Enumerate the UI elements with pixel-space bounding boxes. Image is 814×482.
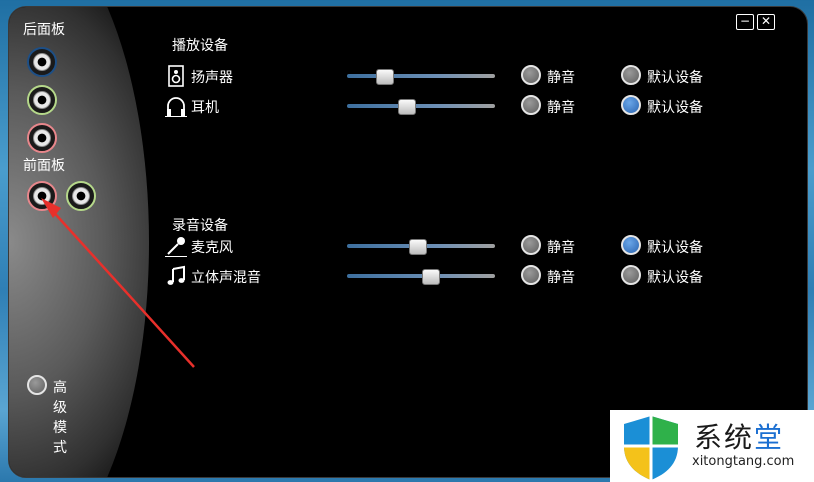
watermark-title: 系统堂 [694, 416, 784, 456]
playback-devices-title: 播放设备 [172, 38, 228, 54]
device-row-headphones: 耳机 静音 默认设备 [159, 95, 759, 119]
watermark-logo: 系统堂 xitongtang.com [610, 410, 814, 482]
volume-slider[interactable] [347, 69, 495, 85]
music-note-icon [167, 265, 185, 285]
headphones-icon [165, 97, 187, 117]
slider-thumb[interactable] [398, 99, 417, 115]
default-device-radio[interactable] [621, 95, 641, 115]
mute-radio[interactable] [521, 95, 541, 115]
mute-radio[interactable] [521, 265, 541, 285]
device-row-microphone: 麦克风 静音 默认设备 [159, 235, 759, 259]
slider-thumb[interactable] [421, 269, 440, 285]
default-device-label: 默认设备 [647, 100, 703, 116]
watermark-title-main: 系统 [694, 421, 755, 454]
device-row-stereo-mix: 立体声混音 静音 默认设备 [159, 265, 759, 289]
watermark-url: xitongtang.com [692, 454, 795, 469]
default-device-label: 默认设备 [647, 270, 703, 286]
device-row-speaker: 扬声器 静音 默认设备 [159, 65, 759, 89]
mute-label: 静音 [547, 270, 575, 286]
default-device-radio[interactable] [621, 235, 641, 255]
default-device-label: 默认设备 [647, 240, 703, 256]
slider-track [347, 74, 495, 78]
default-device-radio[interactable] [621, 65, 641, 85]
advanced-mode-radio[interactable] [27, 375, 47, 395]
speaker-icon [168, 65, 184, 87]
recording-devices-title: 录音设备 [172, 218, 228, 234]
device-label: 耳机 [191, 100, 219, 116]
volume-slider[interactable] [347, 99, 495, 115]
watermark-title-accent: 堂 [754, 421, 785, 454]
red-annotation-arrow [41, 198, 195, 368]
mute-radio[interactable] [521, 235, 541, 255]
volume-slider[interactable] [347, 269, 495, 285]
close-button[interactable]: ✕ [757, 14, 775, 30]
device-label: 麦克风 [191, 240, 233, 256]
mute-label: 静音 [547, 70, 575, 86]
volume-slider[interactable] [347, 239, 495, 255]
slider-thumb[interactable] [408, 239, 427, 255]
slider-thumb[interactable] [376, 69, 394, 85]
mute-label: 静音 [547, 240, 575, 256]
device-label: 扬声器 [191, 70, 233, 86]
device-label: 立体声混音 [191, 270, 261, 286]
slider-track [347, 104, 495, 108]
shield-icon [624, 416, 678, 480]
advanced-mode-label: 高级模式 [53, 380, 67, 456]
minimize-button[interactable]: − [736, 14, 754, 30]
default-device-radio[interactable] [621, 265, 641, 285]
mute-radio[interactable] [521, 65, 541, 85]
audio-manager-window: 后面板 前面板 高级模式 − ✕ 播放设备 扬声器 静音 默认设备 耳机 静音 … [8, 6, 808, 478]
microphone-icon [165, 237, 187, 257]
mute-label: 静音 [547, 100, 575, 116]
default-device-label: 默认设备 [647, 70, 703, 86]
